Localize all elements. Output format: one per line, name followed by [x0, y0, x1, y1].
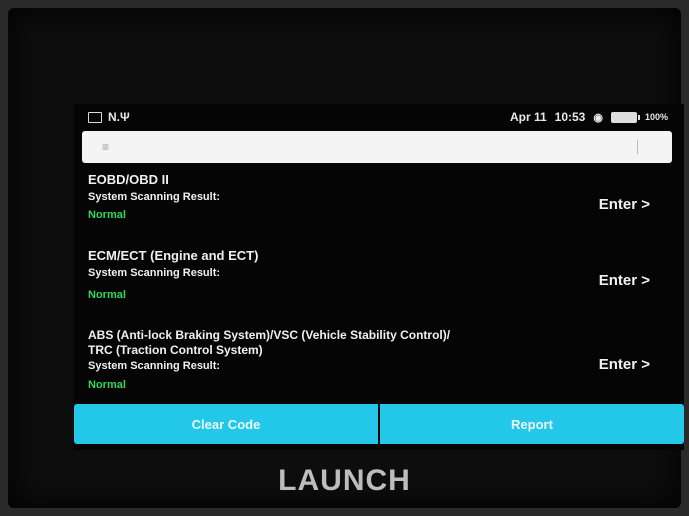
status-bar: N.Ψ Apr 11 10:53 ◉ 100%: [82, 108, 672, 128]
scan-status: Normal: [88, 209, 126, 221]
enter-button[interactable]: Enter >: [599, 272, 650, 289]
search-bar[interactable]: ≡: [82, 131, 672, 163]
system-title-line1: ABS (Anti-lock Braking System)/VSC (Vehi…: [88, 328, 451, 342]
enter-button[interactable]: Enter >: [599, 196, 650, 213]
scan-result-label: System Scanning Result:: [88, 191, 221, 203]
scan-status: Normal: [88, 289, 126, 301]
status-left-text: N.Ψ: [108, 110, 130, 124]
scan-result-label: System Scanning Result:: [88, 360, 221, 372]
status-left: N.Ψ: [88, 110, 130, 124]
wifi-icon: ◉: [593, 111, 603, 124]
system-list: EOBD/OBD II System Scanning Result: Norm…: [88, 172, 668, 398]
system-title-line2: TRC (Traction Control System): [88, 343, 263, 357]
scan-result-label: System Scanning Result:: [88, 267, 221, 279]
system-title: EOBD/OBD II: [88, 172, 169, 187]
status-right: Apr 11 10:53 ◉ 100%: [510, 110, 668, 124]
status-time: 10:53: [554, 110, 586, 124]
bottom-action-bar: Clear Code Report: [74, 404, 684, 444]
device-frame: N.Ψ Apr 11 10:53 ◉ 100% ≡ EOBD/OBD II Sy…: [8, 8, 684, 508]
brand-logo: LAUNCH: [278, 464, 411, 497]
status-date: Apr 11: [509, 110, 547, 124]
battery-percent: 100%: [644, 112, 668, 122]
menu-icon[interactable]: ≡: [102, 140, 109, 154]
screen: N.Ψ Apr 11 10:53 ◉ 100% ≡ EOBD/OBD II Sy…: [74, 104, 684, 450]
clear-code-button[interactable]: Clear Code: [74, 404, 378, 444]
scan-status: Normal: [88, 379, 126, 391]
system-title: ECM/ECT (Engine and ECT): [88, 248, 259, 263]
battery-icon: [610, 111, 640, 123]
text-cursor: [637, 140, 638, 154]
system-item-eobd[interactable]: EOBD/OBD II System Scanning Result: Norm…: [88, 172, 668, 242]
enter-button[interactable]: Enter >: [599, 356, 650, 373]
system-item-ecm-ect[interactable]: ECM/ECT (Engine and ECT) System Scanning…: [88, 248, 668, 328]
gallery-icon: [88, 111, 102, 123]
system-item-abs-vsc-trc[interactable]: ABS (Anti-lock Braking System)/VSC (Vehi…: [88, 328, 668, 398]
report-button[interactable]: Report: [380, 404, 684, 444]
